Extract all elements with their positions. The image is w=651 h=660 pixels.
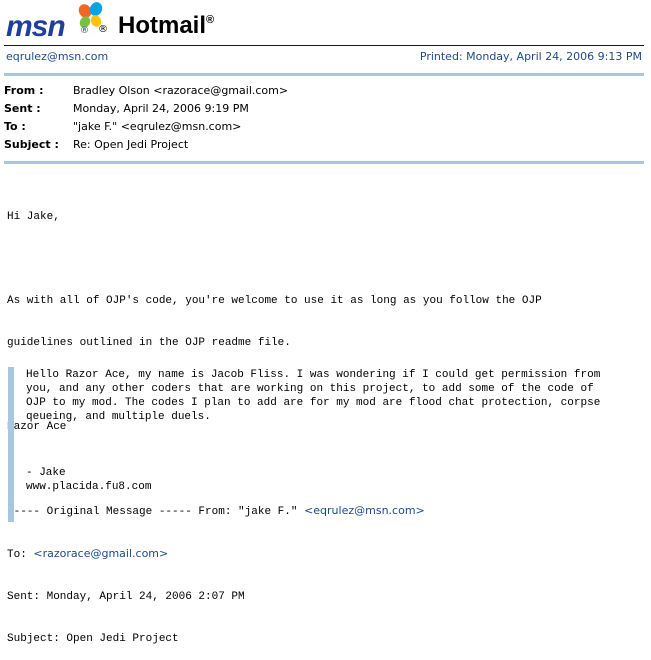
field-label: Subject : [4,138,59,151]
body-line: guidelines outlined in the OJP readme fi… [7,337,291,349]
quote-bar [8,367,14,522]
msn-logo-text: msn [6,10,66,43]
quote-line: you, and any other coders that are worki… [26,383,594,395]
quote-line: OJP to my mod. The codes I plan to add a… [26,397,601,409]
account-bar: eqrulez@msn.com Printed: Monday, April 2… [4,50,644,64]
quote-line: Hello Razor Ace, my name is Jacob Fliss.… [26,369,601,381]
field-value: Re: Open Jedi Project [73,138,189,151]
quote-signature-url: www.placida.fu8.com [26,481,152,493]
field-label: From : [4,84,44,97]
msn-registered-mark: ® [80,26,89,36]
hotmail-registered-mark: ® [206,14,215,26]
greeting: Hi Jake, [7,211,60,223]
original-message-to: To: <razorace@gmail.com> [7,547,169,561]
original-message-from: ----- Original Message ----- From: "jake… [7,504,425,518]
body-line: As with all of OJP's code, you're welcom… [7,295,542,307]
account-divider [4,73,644,76]
field-label: Sent : [4,102,41,115]
field-label: To : [4,120,26,133]
original-from-email-link[interactable]: <eqrulez@msn.com> [304,504,425,517]
printed-timestamp: Printed: Monday, April 24, 2006 9:13 PM [419,50,642,63]
header-divider [4,45,644,46]
field-value: "jake F." <eqrulez@msn.com> [73,120,242,133]
quote-signature-name: - Jake [26,467,66,479]
field-from: From : Bradley Olson <razorace@gmail.com… [4,84,644,102]
field-to: To : "jake F." <eqrulez@msn.com> [4,120,644,138]
original-message-subject: Subject: Open Jedi Project [7,633,179,645]
butterfly-registered-mark: ® [98,24,108,35]
msn-hotmail-logo: msn ® ® Hotmail® [6,2,646,44]
field-value: Bradley Olson <razorace@gmail.com> [73,84,289,97]
field-value: Monday, April 24, 2006 9:19 PM [73,102,249,115]
hotmail-logo-text: Hotmail® [118,12,215,39]
quoted-message: Hello Razor Ace, my name is Jacob Fliss.… [26,368,638,494]
quote-line: qeueing, and multiple duels. [26,411,211,423]
account-email: eqrulez@msn.com [6,50,109,63]
original-to-email-link[interactable]: <razorace@gmail.com> [33,547,168,560]
field-sent: Sent : Monday, April 24, 2006 9:19 PM [4,102,644,120]
message-header-fields: From : Bradley Olson <razorace@gmail.com… [4,84,644,156]
field-subject: Subject : Re: Open Jedi Project [4,138,644,156]
fields-divider [4,161,644,164]
original-message-sent: Sent: Monday, April 24, 2006 2:07 PM [7,591,245,603]
